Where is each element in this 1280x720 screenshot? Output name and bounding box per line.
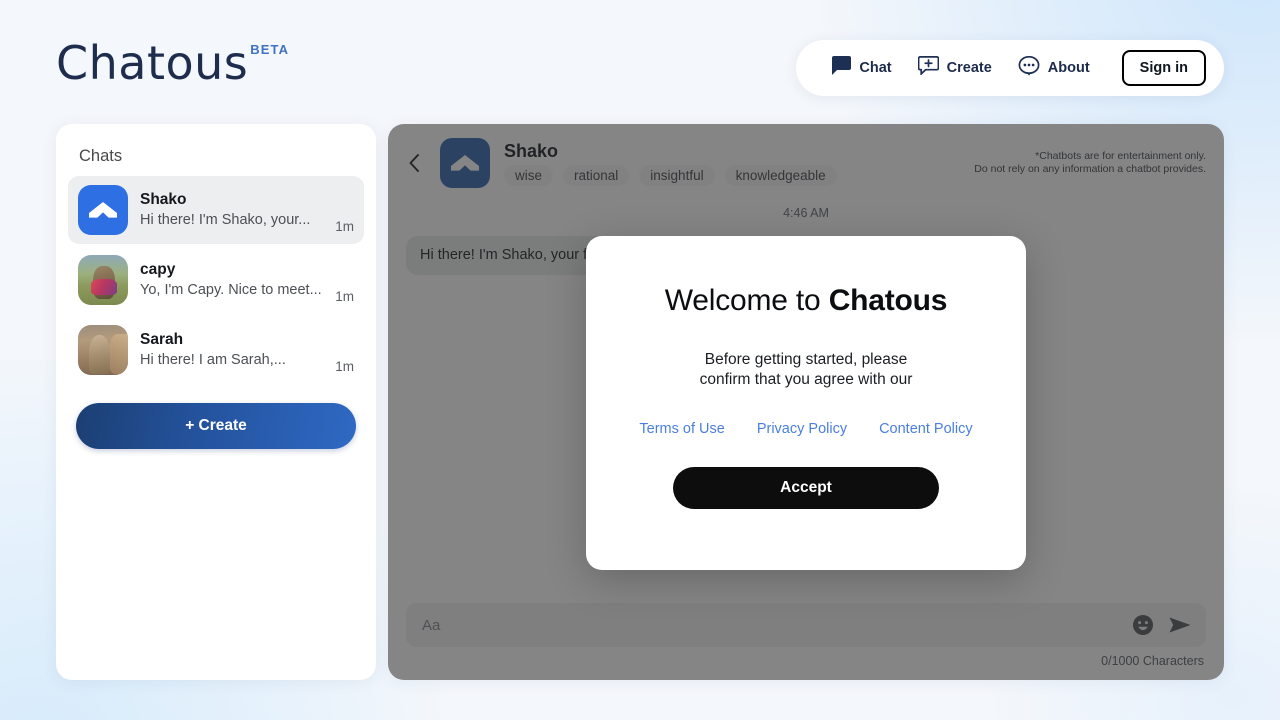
accept-button[interactable]: Accept — [673, 466, 939, 509]
welcome-modal: Welcome to Chatous Before getting starte… — [586, 236, 1026, 570]
sidebar-item-capy-text: capy Yo, I'm Capy. Nice to meet... — [140, 260, 323, 300]
nav-item-chat[interactable]: Chat — [830, 56, 892, 80]
beta-badge: BETA — [250, 42, 290, 57]
modal-body-line2: confirm that you agree with our — [699, 371, 913, 389]
sidebar-item-capy-preview: Yo, I'm Capy. Nice to meet... — [140, 281, 322, 298]
sarah-avatar-subject — [89, 335, 110, 374]
sidebar-item-shako-preview: Hi there! I'm Shako, your... — [140, 211, 311, 228]
sidebar-item-shako-text: Shako Hi there! I'm Shako, your... — [140, 190, 323, 230]
terms-of-use-link[interactable]: Terms of Use — [639, 421, 724, 437]
chevron-roof-icon — [89, 202, 117, 218]
brand-logo[interactable]: Chatous BETA — [56, 40, 289, 86]
brand-name: Chatous — [56, 36, 249, 90]
capy-avatar-clothing — [91, 279, 117, 295]
sidebar-item-shako-name: Shako — [140, 190, 187, 208]
sidebar-item-shako[interactable]: Shako Hi there! I'm Shako, your... 1m — [68, 176, 364, 244]
main-nav: Chat Create About Sign in — [796, 40, 1224, 96]
modal-title-brand: Chatous — [828, 284, 948, 317]
nav-item-create[interactable]: Create — [917, 56, 992, 80]
sarah-photo-avatar — [78, 325, 128, 375]
modal-policy-links: Terms of Use Privacy Policy Content Poli… — [639, 421, 972, 437]
modal-title-prefix: Welcome to — [664, 284, 829, 317]
sarah-avatar-background — [109, 334, 128, 374]
sidebar-item-sarah-preview: Hi there! I am Sarah,... — [140, 351, 286, 368]
nav-item-about-label: About — [1047, 60, 1090, 76]
nav-item-chat-label: Chat — [859, 60, 892, 76]
sidebar-item-sarah-time: 1m — [335, 359, 354, 374]
chats-sidebar: Chats Shako Hi there! I'm Shako, your...… — [56, 124, 376, 680]
modal-body: Before getting started, please confirm t… — [700, 350, 913, 391]
create-button[interactable]: + Create — [76, 403, 356, 449]
content-policy-link[interactable]: Content Policy — [879, 421, 973, 437]
nav-item-create-label: Create — [946, 60, 992, 76]
top-header: Chatous BETA Chat Create About Sign in — [0, 0, 1280, 118]
sidebar-item-sarah[interactable]: Sarah Hi there! I am Sarah,... 1m — [68, 316, 364, 384]
sidebar-item-capy-name: capy — [140, 260, 176, 278]
sidebar-item-shako-time: 1m — [335, 219, 354, 234]
sidebar-item-capy-time: 1m — [335, 289, 354, 304]
chat-bubble-plus-icon — [917, 56, 939, 80]
capy-photo-avatar — [78, 255, 128, 305]
modal-body-line1: Before getting started, please — [704, 351, 908, 368]
shako-logo-avatar — [78, 185, 128, 235]
sidebar-item-capy[interactable]: capy Yo, I'm Capy. Nice to meet... 1m — [68, 246, 364, 314]
sign-in-button[interactable]: Sign in — [1121, 50, 1206, 86]
chat-bubble-filled-icon — [830, 56, 852, 80]
modal-title: Welcome to Chatous — [665, 284, 948, 318]
chat-bubble-dots-icon — [1018, 55, 1040, 81]
sidebar-item-sarah-text: Sarah Hi there! I am Sarah,... — [140, 330, 323, 370]
nav-item-about[interactable]: About — [1018, 55, 1090, 81]
privacy-policy-link[interactable]: Privacy Policy — [757, 421, 847, 437]
sidebar-title: Chats — [79, 147, 123, 165]
sidebar-item-sarah-name: Sarah — [140, 330, 184, 348]
